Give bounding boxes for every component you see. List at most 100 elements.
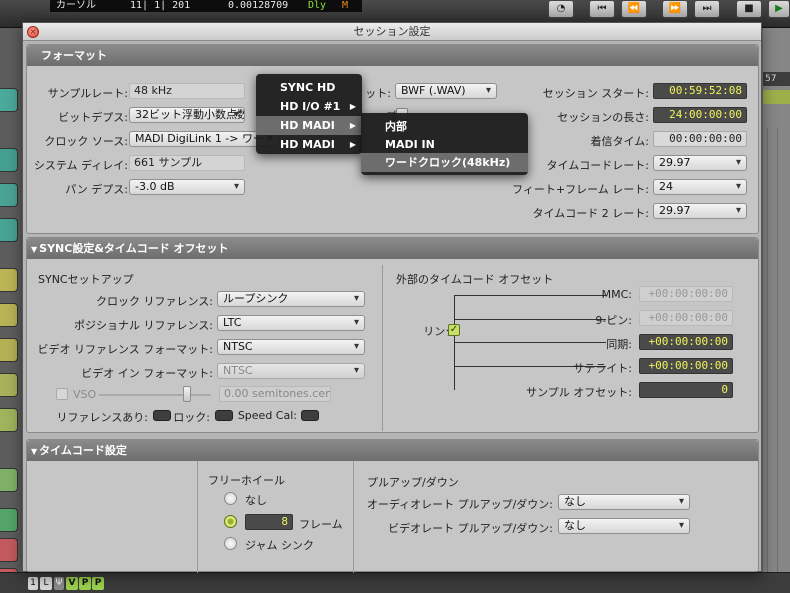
vso-slider-track[interactable] (99, 394, 211, 396)
menu-item-hd-madi-1[interactable]: HD MADI ▶ (256, 116, 362, 135)
sync-header-label: SYNC設定&タイムコード オフセット (39, 242, 229, 255)
menu-item-label: HD I/O #1 (280, 100, 341, 113)
satellite-offset-field[interactable]: +00:00:00:00 (639, 358, 733, 374)
audio-pullup-select[interactable]: なし (558, 494, 690, 510)
session-length-label: セッションの長さ: (557, 111, 649, 124)
counter-samples: 0.00128709 (228, 0, 289, 11)
timecode-rate-select[interactable]: 29.97 (653, 155, 747, 171)
freewheel-frames-radio[interactable] (224, 515, 237, 528)
nine-pin-label: 9-ピン: (595, 314, 632, 327)
feet-frame-rate-select[interactable]: 24 (653, 179, 747, 195)
system-delay-label: システム ディレイ: (33, 159, 128, 172)
m-label: M (342, 0, 349, 11)
bit-depth-select[interactable]: 32ビット浮動小数点数 (129, 107, 245, 123)
video-ref-format-label: ビデオ リファレンス フォーマット: (37, 343, 213, 356)
track-color-tab[interactable] (0, 338, 18, 362)
link-bracket-line (454, 342, 606, 343)
sync-offset-field[interactable]: +00:00:00:00 (639, 334, 733, 350)
jam-sync-radio[interactable] (224, 537, 237, 550)
play-button[interactable]: ▶ (768, 0, 790, 18)
video-pullup-select[interactable]: なし (558, 518, 690, 534)
stop-button[interactable]: ■ (736, 0, 762, 18)
track-p-button[interactable]: P (92, 577, 104, 590)
audio-pullup-label: オーディオレート プルアップ/ダウン: (366, 498, 553, 511)
track-color-tab[interactable] (0, 373, 18, 397)
speed-cal-label: Speed Cal: (237, 409, 297, 422)
vso-slider-handle[interactable] (183, 386, 191, 402)
track-color-tab[interactable] (0, 183, 18, 207)
return-to-zero-button[interactable]: ⏮ (589, 0, 615, 18)
go-to-end-button[interactable]: ⏭ (694, 0, 720, 18)
submenu-item-madi-in[interactable]: MADI IN (361, 135, 528, 154)
timecode2-rate-select[interactable]: 29.97 (653, 203, 747, 219)
fast-forward-button[interactable]: ⏩ (662, 0, 688, 18)
video-in-format-select[interactable]: NTSC (217, 363, 365, 379)
track-color-tab[interactable] (0, 468, 18, 492)
sync-setup-title: SYNCセットアップ (38, 273, 134, 286)
panel-divider (197, 461, 198, 573)
rewind-button[interactable]: ⏪ (621, 0, 647, 18)
submenu-arrow-icon: ▶ (349, 140, 356, 149)
track-color-tab[interactable] (0, 508, 18, 532)
freewheel-none-radio[interactable] (224, 492, 237, 505)
reference-present-label: リファレンスあり: (56, 411, 149, 424)
menu-item-hd-madi-2[interactable]: HD MADI ▶ (256, 135, 362, 154)
grid-line (777, 128, 778, 593)
menu-item-hd-io-1[interactable]: HD I/O #1 ▶ (256, 97, 362, 116)
menu-item-sync-hd[interactable]: SYNC HD (256, 78, 362, 97)
track-color-tab[interactable] (0, 303, 18, 327)
session-start-label: セッション スタート: (542, 87, 649, 100)
panel-divider (382, 265, 383, 431)
close-icon[interactable]: × (27, 26, 39, 38)
sync-offset-label: 同期: (606, 338, 632, 351)
sample-offset-field[interactable]: 0 (639, 382, 733, 398)
counter-bars: 11| 1| 201 (130, 0, 191, 11)
track-color-tab[interactable] (0, 218, 18, 242)
system-delay-field: 661 サンプル (129, 155, 245, 171)
vso-checkbox[interactable] (56, 388, 68, 400)
mute-icon[interactable]: Ψ (54, 577, 64, 590)
track-color-tab[interactable] (0, 148, 18, 172)
vso-label: VSO (73, 388, 97, 401)
disclosure-triangle-icon[interactable]: ▼ (31, 245, 37, 254)
disclosure-triangle-icon[interactable]: ▼ (31, 447, 37, 456)
vso-value-field: 0.00 semitones.cents (219, 386, 331, 402)
freewheel-frames-field[interactable]: 8 (245, 514, 293, 530)
file-type-label: ット: (365, 87, 391, 100)
submenu-item-internal[interactable]: 内部 (361, 117, 528, 136)
bit-depth-label: ビットデプス: (58, 111, 128, 124)
positional-reference-select[interactable]: LTC (217, 315, 365, 331)
track-color-tab[interactable] (0, 538, 18, 562)
pan-depth-label: パン デプス: (65, 183, 128, 196)
session-setup-window: セッション設定 × フォーマット サンプルレート: 48 kHz ビットデプス:… (22, 22, 762, 573)
video-ref-format-select[interactable]: NTSC (217, 339, 365, 355)
online-button[interactable]: ◔ (548, 0, 574, 18)
timecode-header[interactable]: ▼ タイムコード設定 (27, 440, 758, 461)
pan-depth-select[interactable]: -3.0 dB (129, 179, 245, 195)
window-title: セッション設定 (23, 23, 761, 41)
mmc-offset-field[interactable]: +00:00:00:00 (639, 286, 733, 302)
track-color-tab[interactable] (0, 408, 18, 432)
marker-bar (763, 90, 790, 104)
clock-reference-select[interactable]: ループシンク (217, 291, 365, 307)
file-type-select[interactable]: BWF (.WAV) (395, 83, 497, 99)
track-color-tab[interactable] (0, 88, 18, 112)
freewheel-none-label: なし (245, 494, 267, 507)
format-header[interactable]: フォーマット (27, 45, 758, 66)
session-start-field[interactable]: 00:59:52:08 (653, 83, 747, 99)
menu-item-label: HD MADI (280, 119, 335, 132)
submenu-item-word-clock[interactable]: ワードクロック(48kHz) (361, 153, 528, 172)
link-checkbox[interactable]: ✓ (448, 324, 460, 336)
nine-pin-offset-field[interactable]: +00:00:00:00 (639, 310, 733, 326)
track-color-tab[interactable] (0, 268, 18, 292)
timecode-panel: ▼ タイムコード設定 フリーホイール なし 8 フレーム ジャム シンク プルアッ… (26, 439, 759, 573)
feet-frame-rate-label: フィート+フレーム レート: (512, 183, 649, 196)
sample-offset-label: サンプル オフセット: (526, 386, 632, 399)
sync-header[interactable]: ▼ SYNC設定&タイムコード オフセット (27, 238, 758, 259)
track-p-button[interactable]: P (79, 577, 91, 590)
external-offset-title: 外部のタイムコード オフセット (396, 273, 554, 286)
submenu-arrow-icon: ▶ (349, 102, 356, 111)
voice-l-button[interactable]: L (40, 577, 52, 590)
session-length-field[interactable]: 24:00:00:00 (653, 107, 747, 123)
track-v-button[interactable]: V (66, 577, 78, 590)
